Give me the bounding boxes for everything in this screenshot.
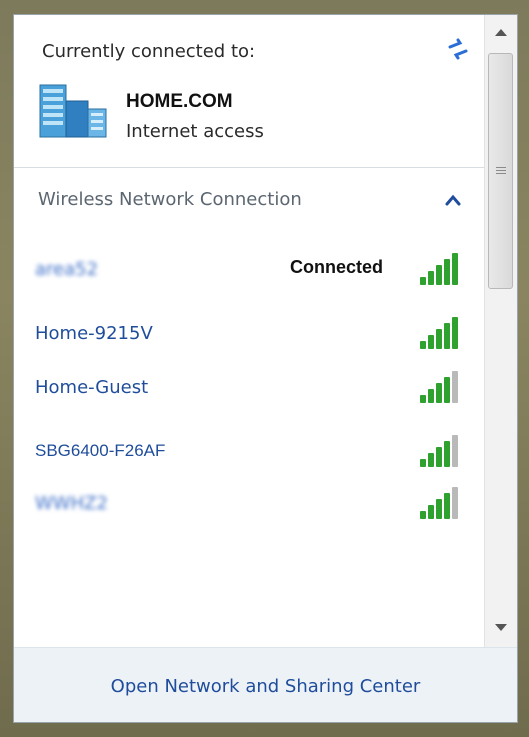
grip-icon [496,167,506,174]
signal-bar [444,441,450,467]
wifi-signal-icon [420,435,458,467]
signal-bar [436,383,442,403]
vertical-scrollbar[interactable] [484,15,517,647]
signal-bar [428,453,434,467]
signal-bar [436,329,442,349]
signal-bar [444,377,450,403]
signal-bar [452,317,458,349]
flyout-footer: Open Network and Sharing Center [14,647,517,722]
network-status: Connected [290,257,384,277]
divider [14,167,484,168]
wifi-signal-icon [420,253,458,285]
signal-bar [420,511,426,519]
flyout-content: Currently connected to: HOME.COM Interne [14,15,484,647]
wifi-signal-icon [420,487,458,519]
network-flyout: Currently connected to: HOME.COM Interne [13,14,518,723]
scroll-up-arrow-icon[interactable] [494,27,508,37]
signal-bar [420,459,426,467]
network-name: WWHZ2 [35,493,108,514]
scroll-down-arrow-icon[interactable] [494,623,508,633]
signal-bar [428,505,434,519]
connected-network-access: Internet access [126,121,264,142]
signal-bar [452,487,458,519]
network-row-area52[interactable]: area52 Connected [14,247,484,297]
scrollbar-thumb[interactable] [488,53,513,289]
signal-bar [436,447,442,467]
network-name: Home-9215V [35,323,153,344]
network-name: area52 [35,259,99,280]
connected-network-name: HOME.COM [126,91,233,112]
window-frame: Currently connected to: HOME.COM Interne [0,0,529,737]
open-network-sharing-center-link[interactable]: Open Network and Sharing Center [14,676,517,697]
signal-bar [420,277,426,285]
network-name: SBG6400-F26AF [35,441,166,460]
wifi-signal-icon [420,317,458,349]
network-row-home-guest[interactable]: Home-Guest [14,365,484,415]
signal-bar [452,371,458,403]
chevron-up-icon[interactable] [444,193,462,207]
wifi-signal-icon [420,371,458,403]
signal-bar [420,395,426,403]
signal-bar [444,259,450,285]
network-name: Home-Guest [35,377,149,398]
signal-bar [436,499,442,519]
signal-bar [428,271,434,285]
section-title: Wireless Network Connection [38,189,302,210]
refresh-icon[interactable] [444,37,472,61]
signal-bar [444,493,450,519]
signal-bar [452,435,458,467]
signal-bar [420,341,426,349]
signal-bar [428,389,434,403]
signal-bar [428,335,434,349]
network-row-sbg6400[interactable]: SBG6400-F26AF [14,429,484,479]
network-building-icon [39,84,107,138]
signal-bar [452,253,458,285]
signal-bar [436,265,442,285]
network-row-wwhz2[interactable]: WWHZ2 [14,481,484,531]
signal-bar [444,323,450,349]
network-row-home-9215v[interactable]: Home-9215V [14,311,484,361]
currently-connected-label: Currently connected to: [42,41,256,62]
